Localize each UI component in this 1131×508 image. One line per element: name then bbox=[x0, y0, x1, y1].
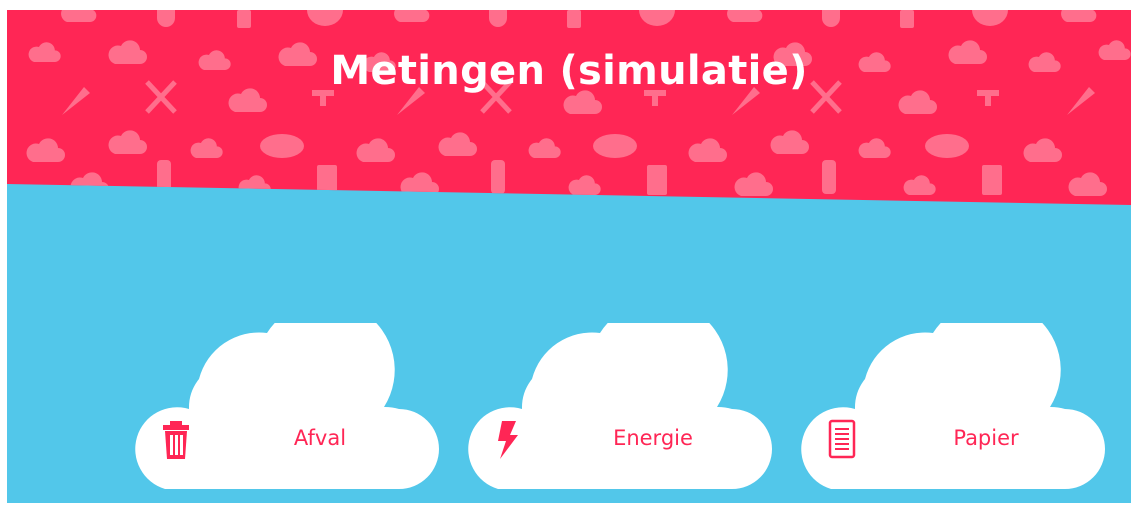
trash-icon bbox=[163, 421, 189, 459]
cloud-shape bbox=[468, 323, 772, 489]
page-title: Metingen (simulatie) bbox=[330, 48, 808, 94]
header-pattern bbox=[26, 10, 1131, 196]
energie-button[interactable]: Energie bbox=[462, 323, 774, 491]
cloud-shape bbox=[801, 323, 1105, 489]
header-banner: Metingen (simulatie) bbox=[7, 10, 1131, 205]
papier-button[interactable]: Papier bbox=[795, 323, 1107, 491]
energie-label: Energie bbox=[613, 426, 693, 450]
afval-button[interactable]: Afval bbox=[129, 323, 441, 491]
cloud-shape bbox=[135, 323, 439, 489]
afval-label: Afval bbox=[293, 426, 347, 450]
papier-label: Papier bbox=[953, 426, 1019, 450]
app-frame: Metingen (simulatie) Afval Energie Papie… bbox=[7, 10, 1131, 503]
lightning-icon bbox=[498, 421, 518, 459]
document-icon bbox=[828, 419, 856, 459]
